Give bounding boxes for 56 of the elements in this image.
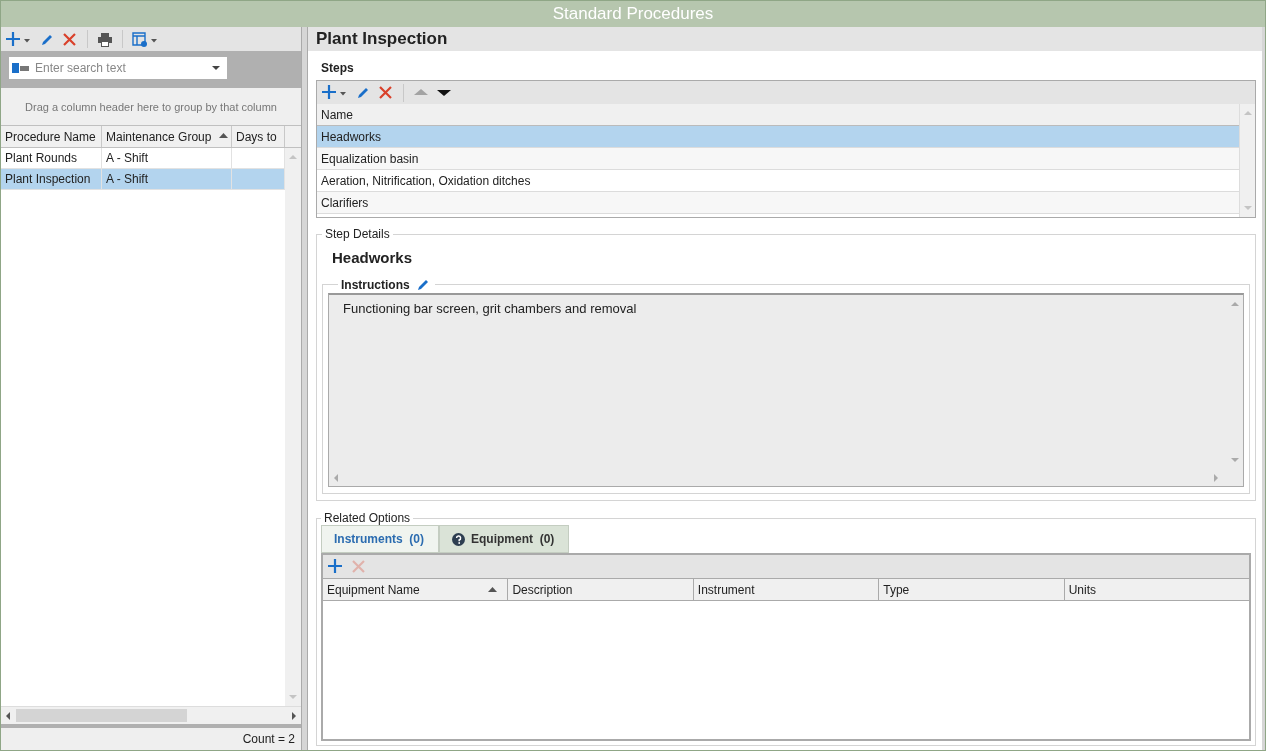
abc-icon [12, 63, 30, 73]
horizontal-scrollbar[interactable] [1, 706, 301, 724]
delete-icon[interactable] [377, 84, 395, 101]
scrollbar-thumb[interactable] [16, 709, 187, 722]
layout-icon[interactable] [131, 30, 159, 48]
add-icon[interactable] [327, 558, 345, 575]
column-header[interactable]: Name [321, 107, 353, 122]
column-header[interactable]: Units [1064, 579, 1250, 600]
column-header[interactable]: Instrument [693, 579, 880, 600]
scroll-up-icon[interactable] [288, 154, 298, 160]
table-cell: Plant Rounds [5, 151, 78, 165]
column-header[interactable]: Days to [232, 126, 285, 147]
column-header[interactable]: Type [879, 579, 1065, 600]
table-row[interactable]: Plant Inspection A - Shift [1, 169, 285, 190]
window-title: Standard Procedures [1, 1, 1265, 27]
printer-icon[interactable] [96, 30, 114, 48]
column-header[interactable]: Procedure Name [1, 126, 102, 147]
instructions-text: Functioning bar screen, grit chambers and removal [343, 301, 637, 316]
vertical-scrollbar[interactable] [1239, 104, 1255, 217]
scroll-up-icon[interactable] [1242, 110, 1253, 116]
table-cell: A - Shift [106, 172, 149, 186]
sort-arrow-icon [488, 586, 498, 593]
scroll-down-icon[interactable] [288, 694, 298, 700]
scroll-down-icon[interactable] [1242, 205, 1253, 211]
panel-title: Plant Inspection [316, 29, 448, 49]
tab[interactable]: Equipment (0) [439, 525, 570, 553]
search-box[interactable]: Enter search text [9, 57, 227, 79]
table-row[interactable]: Headworks [317, 126, 1239, 148]
delete-icon[interactable] [61, 30, 79, 48]
sort-arrow-icon [219, 133, 228, 139]
add-icon[interactable] [5, 30, 33, 48]
table-cell: Plant Inspection [5, 172, 91, 186]
record-count: Count = 2 [242, 732, 295, 746]
group-by-hint: Drag a column header here to group by that column [25, 100, 277, 113]
scroll-right-icon[interactable] [291, 710, 297, 721]
table-cell: A - Shift [106, 151, 149, 165]
add-icon[interactable] [321, 84, 349, 101]
table-row[interactable]: Equalization basin [317, 148, 1239, 170]
splitter-handle[interactable] [302, 27, 308, 750]
section-label: Steps [321, 61, 355, 75]
group-label: Instructions [341, 277, 410, 292]
table-row[interactable]: Clarifiers [317, 192, 1239, 214]
vertical-scrollbar[interactable] [285, 148, 301, 706]
group-label: Step Details [324, 227, 391, 241]
column-header[interactable]: Equipment Name [323, 579, 509, 600]
step-title: Headworks [332, 249, 414, 266]
scroll-up-icon[interactable] [1230, 301, 1240, 307]
help-icon [452, 532, 465, 546]
column-header[interactable]: Description [508, 579, 694, 600]
instructions-text-area[interactable]: Functioning bar screen, grit chambers and removal [328, 293, 1244, 487]
dropdown-caret-icon[interactable] [211, 65, 221, 71]
column-header[interactable]: Maintenance Group [102, 126, 232, 147]
group-label: Related Options [323, 511, 412, 525]
tab[interactable]: Instruments (0) [321, 525, 439, 553]
scroll-left-icon[interactable] [5, 710, 11, 721]
scroll-down-icon[interactable] [1230, 457, 1240, 463]
